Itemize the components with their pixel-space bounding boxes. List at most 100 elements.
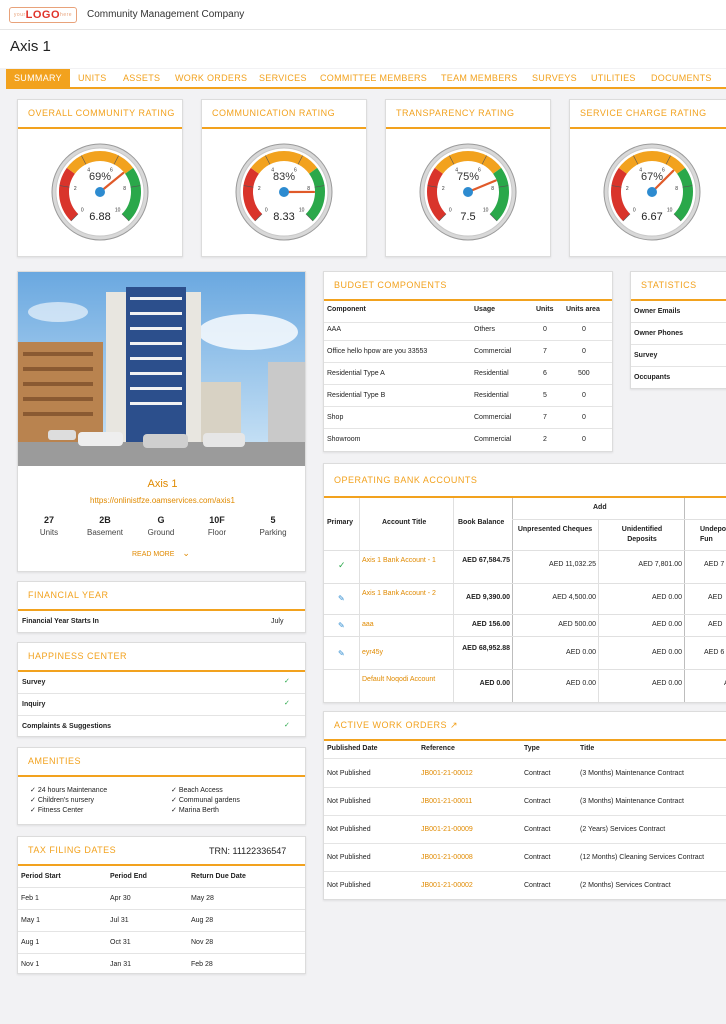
gauge-tick-label: 8 <box>675 186 678 192</box>
cell-unpresented: AED 500.00 <box>558 621 596 628</box>
edit-icon[interactable]: ✎ <box>338 594 345 603</box>
gauge-tick-label: 8 <box>491 186 494 192</box>
check-icon: ✓ <box>338 560 346 570</box>
tab-documents[interactable]: DOCUMENTS <box>651 69 712 87</box>
tab-services[interactable]: SERVICES <box>259 69 307 87</box>
table-row[interactable]: Not Published JB001-21-00009 Contract (2 Ye… <box>324 816 726 844</box>
happiness-item-label: Survey <box>22 679 46 686</box>
amenity-item: ✓ Marina Berth <box>171 806 219 814</box>
tab-assets[interactable]: ASSETS <box>123 69 160 87</box>
statistic-label: Owner Emails <box>634 308 681 315</box>
list-item[interactable]: Survey ✓ <box>18 672 305 694</box>
statistic-label: Occupants <box>634 374 671 381</box>
cell-due-date: May 28 <box>191 895 214 902</box>
gauge-tick-label: 0 <box>81 208 84 214</box>
amenity-item: ✓ 24 hours Maintenance <box>30 786 107 794</box>
stat-basement: 2B Basement <box>80 515 130 537</box>
list-item[interactable]: Complaints & Suggestions ✓ <box>18 716 305 736</box>
account-title-link[interactable]: Axis 1 Bank Account - 2 <box>362 589 450 599</box>
gauge-hub <box>95 187 105 197</box>
table-row[interactable]: Not Published JB001-21-00008 Contract (12 M… <box>324 844 726 872</box>
happiness-item-label: Complaints & Suggestions <box>22 723 112 730</box>
company-logo[interactable]: yourLOGOhere <box>9 7 77 23</box>
account-title-link[interactable]: aaa <box>362 621 374 628</box>
list-item[interactable]: Inquiry ✓ <box>18 694 305 716</box>
happiness-center-card: HAPPINESS CENTER Survey ✓ Inquiry ✓ Compla… <box>17 642 306 737</box>
column-header: Units area <box>566 306 600 313</box>
cell-reference-link[interactable]: JB001-21-00011 <box>421 798 472 805</box>
account-title-link[interactable]: Axis 1 Bank Account - 1 <box>362 556 450 566</box>
gauge-percent: 83% <box>273 171 295 183</box>
cell-period-start: Feb 1 <box>21 895 39 902</box>
gauge-tick-label: 10 <box>483 208 489 214</box>
cell-reference-link[interactable]: JB001-21-00002 <box>421 882 473 889</box>
tab-utilities[interactable]: UTILITIES <box>591 69 636 87</box>
check-icon: ✓ <box>171 797 177 804</box>
column-header: Return Due Date <box>191 873 246 880</box>
gauge-tick-label: 2 <box>74 186 77 192</box>
gauge-percent: 69% <box>89 171 111 183</box>
account-title-link[interactable]: Default Noqodi Account <box>362 675 450 685</box>
column-header-undeposited: Undepo Fun <box>700 526 726 543</box>
gauge-percent: 67% <box>641 171 663 183</box>
table-row: Feb 1 Apr 30 May 28 <box>18 888 305 910</box>
table-row[interactable]: Not Published JB001-21-00002 Contract (2 Mo… <box>324 872 726 899</box>
tab-summary[interactable]: SUMMARY <box>6 69 70 87</box>
cell-period-end: Apr 30 <box>110 895 131 902</box>
gauge-svg: 024 681067%6.67 <box>603 143 701 241</box>
tab-units[interactable]: UNITS <box>78 69 107 87</box>
table-row[interactable]: Not Published JB001-21-00012 Contract (3 Mo… <box>324 760 726 788</box>
page-title: Axis 1 <box>10 38 51 55</box>
list-item[interactable]: Owner Phones <box>631 323 726 345</box>
check-icon: ✓ <box>30 797 36 804</box>
cell-reference-link[interactable]: JB001-21-00012 <box>421 770 473 777</box>
external-link-icon[interactable]: ↗ <box>450 720 458 730</box>
cell-period-end: Oct 31 <box>110 939 131 946</box>
edit-icon[interactable]: ✎ <box>338 621 345 630</box>
stat-value: G <box>157 515 165 525</box>
page-header: Axis 1 <box>0 30 726 68</box>
account-title-link[interactable]: eyr45y <box>362 649 383 656</box>
gauge-tick-label: 2 <box>626 186 629 192</box>
gauge-tick-label: 0 <box>633 208 636 214</box>
cell-due-date: Aug 28 <box>191 917 214 924</box>
amenity-label: 24 hours Maintenance <box>37 787 108 794</box>
stat-value: 5 <box>270 515 276 525</box>
cell-units: 0 <box>543 326 547 333</box>
rating-card-communication: COMMUNICATION RATING 0 2 4 6 8 10 83% 8.33 <box>201 99 367 257</box>
property-name: Axis 1 <box>147 478 178 490</box>
cell-reference-link[interactable]: JB001-21-00008 <box>421 854 473 861</box>
tab-team-members[interactable]: TEAM MEMBERS <box>441 69 518 87</box>
amenities-title: AMENITIES <box>28 756 82 766</box>
stat-value: 27 <box>43 515 54 525</box>
column-header-add: Add <box>593 504 607 511</box>
cell-units-area: 0 <box>582 348 586 355</box>
gauge-hub <box>463 187 473 197</box>
list-item[interactable]: Survey <box>631 345 726 367</box>
cell-component: AAA <box>327 326 342 333</box>
read-more-link[interactable]: READ MORE ⌄ <box>132 548 190 559</box>
rating-title: COMMUNICATION RATING <box>212 108 336 118</box>
stat-value: 10F <box>209 515 225 525</box>
cell-usage: Residential <box>474 370 509 377</box>
list-item[interactable]: Occupants <box>631 367 726 388</box>
table-row: Residential Type A Residential 6 500 <box>324 363 612 385</box>
column-header-primary: Primary <box>327 519 354 526</box>
edit-icon[interactable]: ✎ <box>338 649 345 658</box>
happiness-title: HAPPINESS CENTER <box>28 651 128 661</box>
property-url[interactable]: https://onlinistfze.oamservices.com/axis… <box>18 496 305 505</box>
cell-title: (3 Months) Maintenance Contract <box>580 770 684 777</box>
amenity-label: Children's nursery <box>37 797 95 804</box>
tab-committee-members[interactable]: COMMITTEE MEMBERS <box>320 69 427 87</box>
tab-work-orders[interactable]: WORK ORDERS <box>175 69 247 87</box>
budget-title: BUDGET COMPONENTS <box>334 280 447 290</box>
column-header-unpresented: Unpresented Cheques <box>517 526 593 533</box>
cell-type: Contract <box>524 798 551 805</box>
cell-reference-link[interactable]: JB001-21-00009 <box>421 826 473 833</box>
tab-surveys[interactable]: SURVEYS <box>532 69 577 87</box>
list-item[interactable]: Owner Emails <box>631 301 726 323</box>
gauge-percent: 75% <box>457 171 479 183</box>
table-row[interactable]: Not Published JB001-21-00011 Contract (3 Mo… <box>324 788 726 816</box>
cell-published: Not Published <box>327 770 371 777</box>
amenities-card: AMENITIES ✓ 24 hours Maintenance ✓ Child… <box>17 747 306 825</box>
